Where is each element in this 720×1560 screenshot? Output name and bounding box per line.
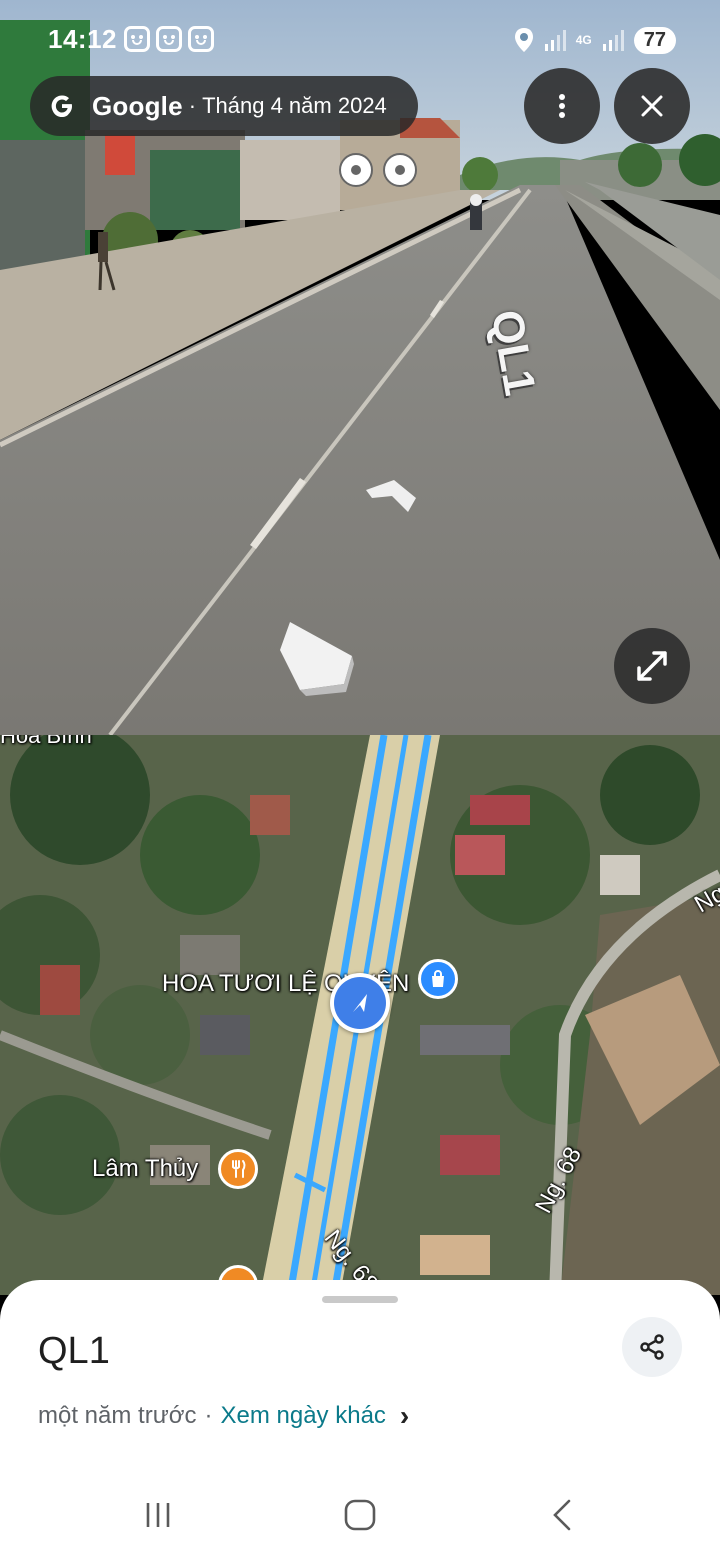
- separator: ·: [188, 93, 197, 118]
- home-icon: [344, 1499, 376, 1531]
- face-icon: [124, 26, 150, 52]
- poi-pin-restaurant[interactable]: [218, 1149, 258, 1189]
- close-button[interactable]: [614, 68, 690, 144]
- shopping-bag-icon: [432, 970, 444, 987]
- date-row: một năm trước · Xem ngày khác ›: [38, 1400, 409, 1432]
- home-button[interactable]: [320, 1490, 400, 1540]
- back-icon: [553, 1499, 571, 1531]
- satellite-map[interactable]: Hòa Bình HOA TƯƠI LỆ QUYÊN Lâm Thủy Ng. …: [0, 735, 720, 1295]
- network-type: 4G: [575, 33, 592, 47]
- poi-pin-shopping[interactable]: [418, 959, 458, 999]
- status-time: 14:12: [48, 24, 117, 54]
- status-bar: 14:12 4G 77: [0, 0, 720, 80]
- signal-icon: [602, 30, 624, 51]
- face-icon: [188, 26, 214, 52]
- face-icon: [156, 26, 182, 52]
- street-view-panorama[interactable]: QL1 14:12 4G 77 Google · Tháng 4 năm 202…: [0, 0, 720, 735]
- place-title: QL1: [38, 1330, 110, 1372]
- recent-apps-icon: [146, 1503, 170, 1527]
- signal-icon: [544, 30, 566, 51]
- back-button[interactable]: [522, 1490, 602, 1540]
- battery-indicator: 77: [633, 26, 676, 54]
- recent-apps-button[interactable]: [118, 1490, 198, 1540]
- share-button[interactable]: [622, 1317, 682, 1377]
- navigation-arrow-icon: [353, 994, 367, 1012]
- brand-label: Google: [92, 90, 183, 121]
- area-label: Hòa Bình: [0, 735, 92, 748]
- chevron-right-icon[interactable]: ›: [400, 1400, 409, 1432]
- location-icon: [514, 28, 533, 52]
- capture-date-pill[interactable]: Google · Tháng 4 năm 2024: [30, 76, 418, 136]
- current-location-marker[interactable]: [330, 973, 390, 1033]
- poi-label-restaurant[interactable]: Lâm Thủy: [92, 1155, 198, 1183]
- fullscreen-icon: [637, 651, 667, 681]
- fullscreen-button[interactable]: [614, 628, 690, 704]
- system-nav-bar: [0, 1470, 720, 1560]
- separator: ·: [204, 1402, 213, 1429]
- relative-time: một năm trước: [38, 1402, 197, 1429]
- drag-handle[interactable]: [322, 1296, 398, 1303]
- see-other-dates-link[interactable]: Xem ngày khác: [221, 1402, 386, 1430]
- restaurant-icon: [232, 1160, 246, 1178]
- share-icon: [640, 1334, 664, 1360]
- google-g-icon: [51, 95, 72, 117]
- more-options-button[interactable]: [524, 68, 600, 144]
- close-icon: [641, 95, 663, 117]
- more-vert-icon: [559, 94, 565, 118]
- capture-date: Tháng 4 năm 2024: [202, 93, 387, 118]
